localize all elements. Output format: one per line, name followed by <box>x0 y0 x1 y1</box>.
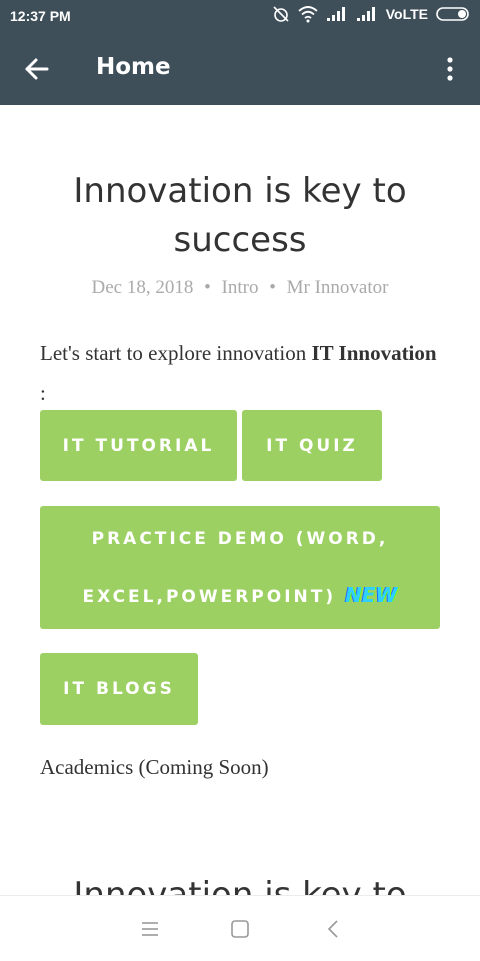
meta-separator: • <box>269 277 276 298</box>
post-meta: Dec 18, 2018 • Intro • Mr Innovator <box>40 277 440 299</box>
post-content: Innovation is key to success Dec 18, 201… <box>0 105 480 895</box>
next-post-title[interactable]: Innovation is key to success <box>40 875 440 895</box>
practice-demo-line1: PRACTICE DEMO (WORD, <box>91 528 389 549</box>
practice-demo-line2: EXCEL,POWERPOINT) NEW <box>60 567 420 625</box>
post-title: Innovation is key to success <box>73 171 407 260</box>
system-nav-bar <box>0 895 480 961</box>
app-bar: Home <box>0 32 480 105</box>
new-badge: NEW <box>345 582 398 607</box>
post-author-link[interactable]: Mr Innovator <box>287 277 389 298</box>
battery-icon <box>436 7 469 21</box>
page-title: Home <box>96 54 171 80</box>
academics-text: Academics (Coming Soon) <box>40 755 269 779</box>
intro-bold-text: IT Innovation <box>311 341 437 365</box>
it-blogs-button[interactable]: IT BLOGS <box>40 653 198 725</box>
practice-demo-line2-text: EXCEL,POWERPOINT) <box>82 586 337 607</box>
status-time: 12:37 PM <box>10 8 71 24</box>
status-bar: 12:37 PM VoLTE <box>0 0 480 32</box>
status-icons: VoLTE <box>272 5 472 23</box>
intro-paragraph: Let's start to explore innovation IT Inn… <box>40 333 440 413</box>
it-quiz-button[interactable]: IT QUIZ <box>242 410 382 481</box>
meta-separator: • <box>204 277 211 298</box>
wifi-icon <box>298 6 318 23</box>
more-vert-icon[interactable] <box>438 56 462 82</box>
intro-text: Let's start to explore innovation <box>40 341 312 365</box>
practice-demo-label: PRACTICE DEMO (WORD, EXCEL,POWERPOINT) N… <box>60 511 420 625</box>
arrow-left-icon[interactable] <box>22 54 52 84</box>
it-tutorial-button[interactable]: IT TUTORIAL <box>40 410 237 481</box>
signal-icon <box>356 7 375 21</box>
network-label: VoLTE <box>385 6 428 22</box>
post-category-link[interactable]: Intro <box>222 277 259 298</box>
signal-icon <box>326 7 345 21</box>
menu-icon[interactable] <box>139 918 161 940</box>
alarm-off-icon <box>273 6 289 22</box>
back-chevron-icon[interactable] <box>322 918 344 940</box>
post-date: Dec 18, 2018 <box>91 277 194 298</box>
home-square-icon[interactable] <box>229 918 251 940</box>
practice-demo-button[interactable]: PRACTICE DEMO (WORD, EXCEL,POWERPOINT) N… <box>40 506 440 629</box>
intro-suffix: : <box>40 381 46 405</box>
